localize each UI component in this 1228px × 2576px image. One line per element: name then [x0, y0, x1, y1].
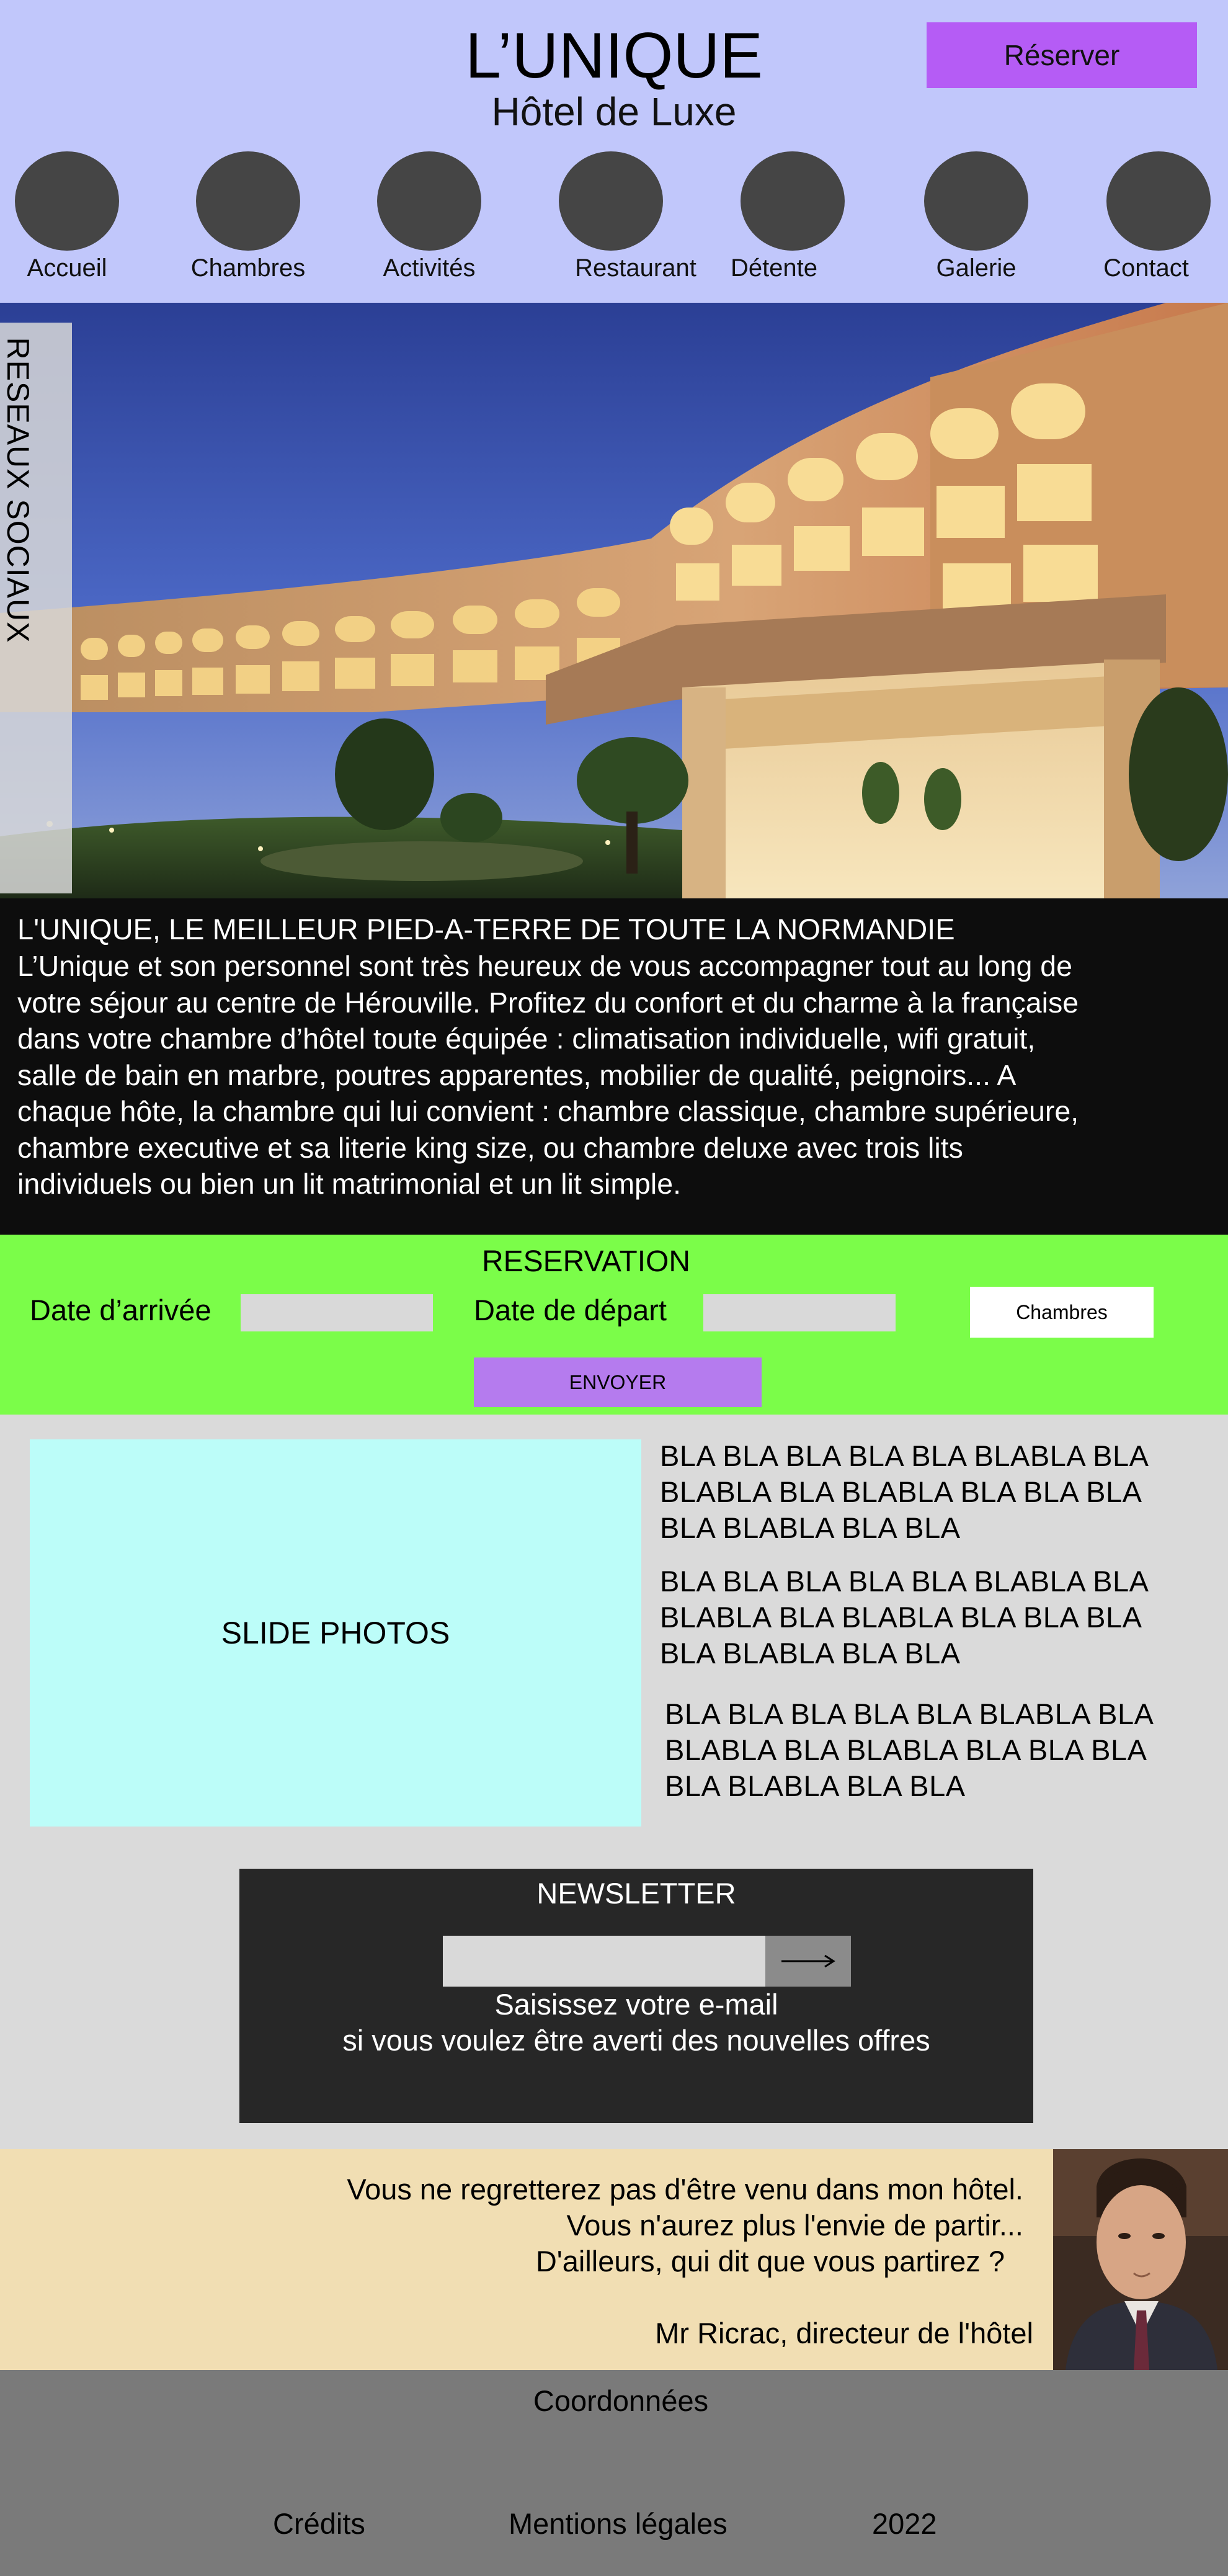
text-line: BLA BLA BLA BLA BLA BLABLA BLA — [660, 1565, 1149, 1598]
site-header: L’UNIQUE Hôtel de Luxe Réserver Accueil … — [0, 0, 1228, 303]
nav-item-detente[interactable]: Détente — [718, 151, 867, 288]
photo-slider[interactable]: SLIDE PHOTOS — [30, 1439, 641, 1827]
intro-text: L’Unique et son personnel sont très heur… — [17, 948, 1214, 1202]
newsletter-submit-button[interactable] — [765, 1936, 851, 1987]
text-block: BLA BLA BLA BLA BLA BLABLA BLA BLABLA BL… — [660, 1563, 1149, 1671]
newsletter-line2: si vous voulez être averti des nouvelles… — [342, 2024, 930, 2057]
intro-line: dans votre chambre d’hôtel toute équipée… — [17, 1022, 1036, 1055]
director-portrait — [1053, 2149, 1228, 2370]
text-line: BLABLA BLA BLABLA BLA BLA BLA — [660, 1475, 1142, 1508]
nav-activites-icon — [377, 151, 481, 251]
footer-year: 2022 — [872, 2507, 937, 2540]
nav-label: Accueil — [27, 254, 107, 282]
intro-line: votre séjour au centre de Hérouville. Pr… — [17, 986, 1079, 1019]
text-line: BLA BLA BLA BLA BLA BLABLA BLA — [665, 1697, 1154, 1730]
departure-date-label: Date de départ — [474, 1294, 667, 1326]
departure-date-field[interactable] — [703, 1294, 896, 1331]
quote-line: D'ailleurs, qui dit que vous partirez ? — [535, 2245, 1005, 2278]
arrival-date-label: Date d’arrivée — [30, 1294, 211, 1326]
nav-item-accueil[interactable]: Accueil — [0, 151, 141, 288]
nav-galerie-icon — [924, 151, 1028, 251]
legal-notices-link[interactable]: Mentions légales — [509, 2505, 727, 2542]
nav-accueil-icon — [15, 151, 119, 251]
newsletter-box: NEWSLETTER Saisissez votre e-mail si vou… — [239, 1869, 1033, 2123]
intro-line: chambre executive et sa literie king siz… — [17, 1131, 963, 1164]
credits-link[interactable]: Crédits — [273, 2505, 365, 2542]
nav-item-galerie[interactable]: Galerie — [902, 151, 1051, 288]
nav-restaurant-icon — [559, 151, 663, 251]
text-line: BLA BLABLA BLA BLA — [665, 1769, 966, 1802]
nav-label: Détente — [730, 254, 818, 282]
intro-line: salle de bain en marbre, poutres apparen… — [17, 1058, 1017, 1091]
nav-item-contact[interactable]: Contact — [1084, 151, 1228, 288]
intro-line: L’Unique et son personnel sont très heur… — [17, 950, 1072, 982]
text-line: BLABLA BLA BLABLA BLA BLA BLA — [660, 1601, 1142, 1634]
newsletter-email-input[interactable] — [443, 1936, 765, 1987]
nav-item-chambres[interactable]: Chambres — [174, 151, 323, 288]
reservation-title: RESERVATION — [481, 1245, 691, 1278]
social-networks-label: RESEAUX SOCIAUX — [1, 337, 35, 643]
nav-label: Contact — [1103, 254, 1189, 282]
intro-section: L'UNIQUE, LE MEILLEUR PIED-A-TERRE DE TO… — [0, 898, 1228, 1235]
intro-line: chaque hôte, la chambre qui lui convient… — [17, 1095, 1079, 1127]
nav-contact-icon — [1106, 151, 1211, 251]
nav-label: Galerie — [936, 254, 1017, 282]
slider-label: SLIDE PHOTOS — [221, 1616, 450, 1650]
text-line: BLA BLA BLA BLA BLA BLABLA BLA — [660, 1439, 1149, 1472]
hotel-photo — [0, 303, 1228, 898]
reservation-section: RESERVATION Date d’arrivée Date de dépar… — [0, 1235, 1228, 1415]
quote-signature: Mr Ricrac, directeur de l'hôtel — [655, 2317, 1033, 2350]
text-block: BLA BLA BLA BLA BLA BLABLA BLA BLABLA BL… — [665, 1696, 1154, 1804]
nav-detente-icon — [741, 151, 845, 251]
coordinates-heading: Coordonnées — [533, 2384, 709, 2417]
intro-line: individuels ou bien un lit matrimonial e… — [17, 1168, 682, 1200]
text-line: BLA BLABLA BLA BLA — [660, 1511, 961, 1544]
text-line: BLABLA BLA BLABLA BLA BLA BLA — [665, 1733, 1147, 1766]
newsletter-line1: Saisissez votre e-mail — [494, 1988, 778, 2021]
nav-item-activites[interactable]: Activités — [355, 151, 504, 288]
nav-label: Chambres — [190, 254, 306, 282]
nav-item-restaurant[interactable]: Restaurant — [536, 151, 696, 288]
send-button[interactable]: ENVOYER — [474, 1357, 762, 1407]
quote-line: Vous ne regretterez pas d'être venu dans… — [347, 2173, 1023, 2206]
social-networks-tab[interactable]: RESEAUX SOCIAUX — [0, 323, 72, 893]
text-line: BLA BLABLA BLA BLA — [660, 1637, 961, 1670]
director-quote: Vous ne regretterez pas d'être venu dans… — [0, 2149, 1228, 2370]
rooms-button[interactable]: Chambres — [970, 1287, 1154, 1338]
brand-subtitle: Hôtel de Luxe — [491, 89, 737, 134]
arrow-right-icon — [781, 1954, 835, 1968]
reserve-button[interactable]: Réserver — [927, 22, 1197, 88]
nav-label: Activités — [383, 254, 476, 282]
nav-chambres-icon — [196, 151, 300, 251]
hero-banner: RESEAUX SOCIAUX — [0, 303, 1228, 898]
quote-line: Vous n'aurez plus l'envie de partir... — [566, 2209, 1023, 2242]
newsletter-title: NEWSLETTER — [536, 1877, 736, 1910]
intro-title: L'UNIQUE, LE MEILLEUR PIED-A-TERRE DE TO… — [17, 913, 955, 946]
arrival-date-field[interactable] — [241, 1294, 433, 1331]
text-block: BLA BLA BLA BLA BLA BLABLA BLA BLABLA BL… — [660, 1438, 1149, 1546]
site-footer: Coordonnées Crédits Mentions légales 202… — [0, 2370, 1228, 2576]
